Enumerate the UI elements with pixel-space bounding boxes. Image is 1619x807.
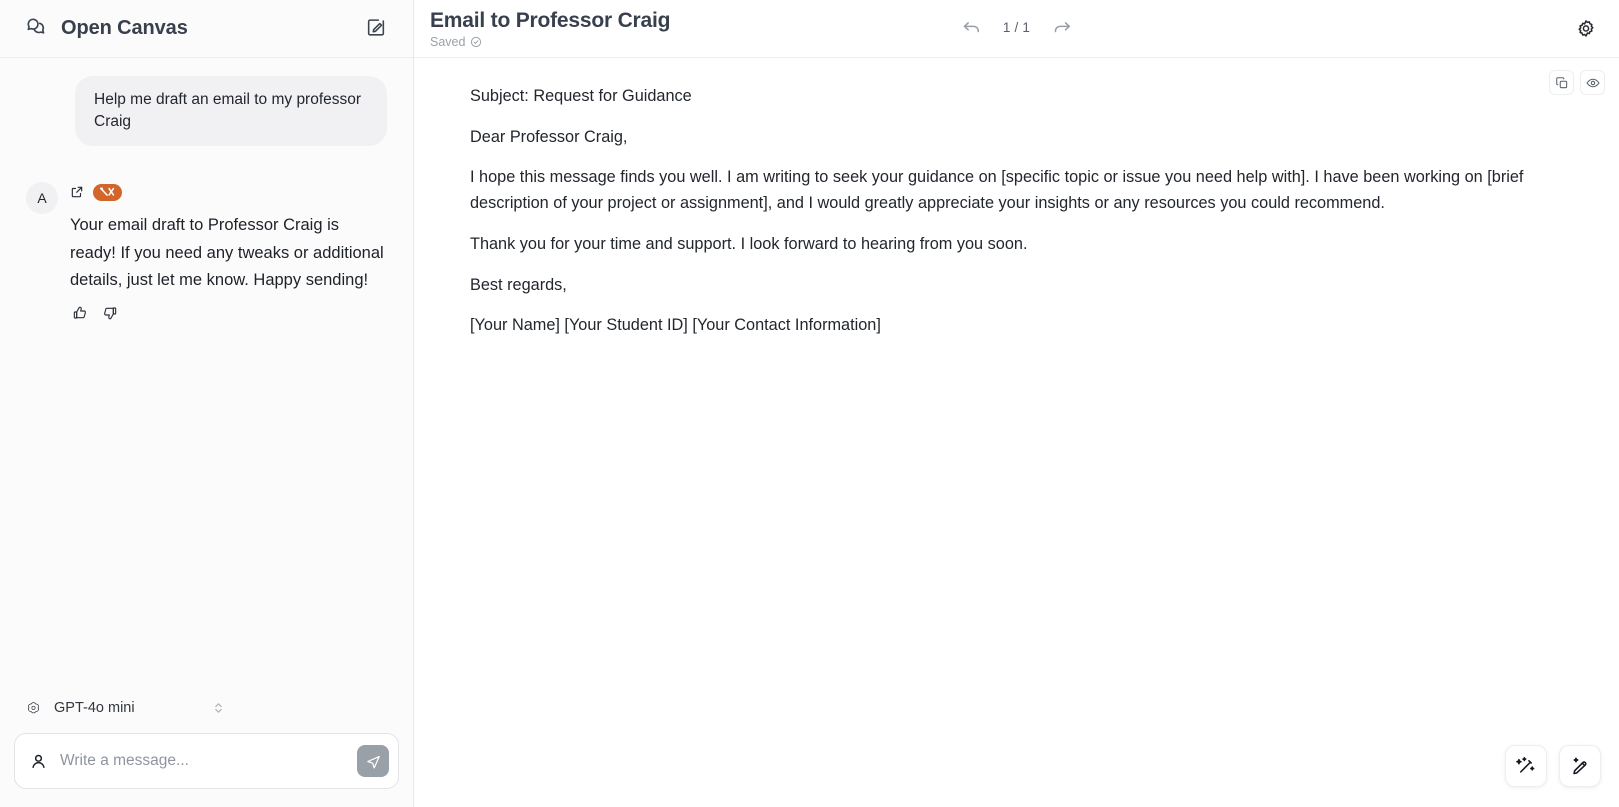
pen-sparkle-icon [1569,755,1591,777]
check-circle-icon [470,36,482,48]
magic-wand-button[interactable] [1505,745,1547,787]
copy-button[interactable] [1549,70,1574,95]
canvas-title-block: Email to Professor Craig Saved [430,8,670,49]
model-selector[interactable]: GPT-4o mini [0,691,250,725]
external-link-icon[interactable] [70,185,84,199]
eye-icon [1586,76,1600,90]
openai-logo-icon [26,701,41,716]
arrow-redo-right-icon [1051,16,1073,38]
canvas-title[interactable]: Email to Professor Craig [430,9,670,32]
preview-button[interactable] [1580,70,1605,95]
brand[interactable]: Open Canvas [24,15,361,43]
page-title: Open Canvas [61,17,188,39]
settings-button[interactable] [1571,14,1601,44]
trace-badge[interactable] [93,183,122,201]
copy-icon [1555,76,1569,90]
document-paragraph: [Your Name] [Your Student ID] [Your Cont… [470,316,881,335]
document-paragraph: Thank you for your time and support. I l… [470,234,1028,253]
status-badge: Saved [430,35,670,49]
saved-label: Saved [430,35,466,50]
send-button[interactable] [357,745,389,777]
sidebar-header: Open Canvas [0,0,413,58]
edit-pen-button[interactable] [1559,745,1601,787]
thumbs-up-button[interactable] [70,303,90,323]
assistant-message-text: Your email draft to Professor Craig is r… [70,216,384,290]
gear-icon [1575,18,1597,40]
model-name-label: GPT-4o mini [54,700,135,716]
chevron-up-down-icon [213,701,224,715]
chat-sidebar: Open Canvas Help me draft an email to my… [0,0,414,807]
message-row-assistant: A Your email draft to Professor Craig is… [26,176,387,323]
send-paper-plane-icon [365,753,382,770]
previous-version-button[interactable] [960,16,982,38]
thumbs-down-button[interactable] [100,303,120,323]
assistant-message-column: Your email draft to Professor Craig is r… [70,176,387,323]
document-toolbar [1549,70,1605,95]
assistant-badge-row [70,182,387,202]
composer-wrapper [0,733,413,807]
canvas-header: Email to Professor Craig Saved 1 / 1 [414,0,1619,58]
langsmith-tools-icon [98,186,117,198]
canvas-panel: Email to Professor Craig Saved 1 / 1 Sub… [414,0,1619,807]
new-chat-button[interactable] [361,12,391,45]
chat-message-list: Help me draft an email to my professor C… [0,58,413,691]
thumbs-down-icon [102,305,118,321]
thumbs-up-icon [72,305,88,321]
document-paragraph: Best regards, [470,275,567,294]
document-paragraph: Dear Professor Craig, [470,127,628,146]
user-message-bubble: Help me draft an email to my professor C… [75,76,387,146]
chat-bubbles-icon [24,15,47,43]
version-indicator: 1 / 1 [1002,19,1031,35]
feedback-row [70,303,387,323]
document-paragraph: Subject: Request for Guidance [470,87,692,105]
document-paragraph: I hope this message finds you well. I am… [470,168,1524,213]
app-root: Open Canvas Help me draft an email to my… [0,0,1619,807]
next-version-button[interactable] [1051,16,1073,38]
message-composer[interactable] [14,733,399,789]
canvas-floating-actions [1505,745,1601,787]
arrow-undo-left-icon [960,16,982,38]
message-row-user: Help me draft an email to my professor C… [26,76,387,146]
magic-wand-sparkles-icon [1515,755,1537,777]
avatar: A [26,182,58,214]
version-navigation: 1 / 1 [960,16,1073,38]
person-icon [29,752,48,771]
message-input[interactable] [60,752,345,770]
compose-square-pen-icon [365,16,387,41]
document-editor[interactable]: Subject: Request for Guidance Dear Profe… [414,58,1619,807]
